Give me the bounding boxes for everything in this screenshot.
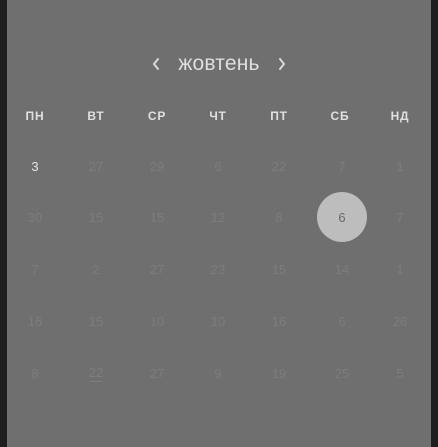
calendar-day[interactable]: 8 — [253, 191, 305, 243]
calendar-day-label: 22 — [88, 364, 104, 382]
calendar-day-label: 16 — [27, 313, 43, 329]
calendar-day-label: 15 — [88, 209, 104, 225]
calendar-day[interactable]: 6 — [192, 140, 244, 192]
calendar-day-label: 10 — [149, 313, 165, 329]
calendar-day[interactable]: 27 — [70, 140, 122, 192]
calendar-day[interactable]: 16 — [9, 295, 61, 347]
calendar-day-label: 30 — [27, 209, 43, 225]
calendar-day[interactable]: 1 — [374, 243, 426, 295]
calendar-panel: жовтень ПН ВТ СР ЧТ ПТ СБ НД 3 27 29 6 22 7 1 3… — [7, 0, 431, 447]
calendar-day[interactable]: 25 — [316, 347, 368, 399]
calendar-day-selected[interactable]: 6 — [317, 192, 367, 242]
calendar-day[interactable]: 15 — [253, 243, 305, 295]
calendar-day-label: 23 — [210, 261, 226, 277]
calendar-day[interactable]: 10 — [192, 295, 244, 347]
calendar-day-label: 14 — [334, 261, 350, 277]
calendar-day[interactable]: 22 — [253, 140, 305, 192]
calendar-day[interactable]: 27 — [131, 243, 183, 295]
calendar-day[interactable]: 8 — [9, 347, 61, 399]
calendar-day[interactable]: 10 — [131, 295, 183, 347]
calendar-day-label: 29 — [149, 158, 165, 174]
calendar-day-label: 25 — [334, 365, 350, 381]
calendar-day[interactable]: 15 — [70, 191, 122, 243]
calendar-day[interactable]: 1 — [374, 140, 426, 192]
calendar-day-label: 15 — [149, 209, 165, 225]
calendar-day[interactable]: 7 — [374, 191, 426, 243]
calendar-day[interactable]: 22 — [70, 347, 122, 399]
calendar-day-label: 6 — [338, 209, 346, 225]
calendar-day-label: 6 — [214, 158, 222, 174]
calendar-day-label: 2 — [92, 261, 100, 277]
calendar-day-label: 5 — [396, 365, 404, 381]
calendar-day[interactable]: 5 — [374, 347, 426, 399]
calendar-day[interactable]: 6 — [316, 295, 368, 347]
window-frame: жовтень ПН ВТ СР ЧТ ПТ СБ НД 3 27 29 6 22 7 1 3… — [0, 0, 438, 447]
calendar-day-label: 26 — [392, 313, 408, 329]
calendar-day[interactable]: 26 — [374, 295, 426, 347]
calendar-day-label: 9 — [214, 365, 222, 381]
calendar-day-label: 12 — [210, 209, 226, 225]
calendar-day[interactable]: 12 — [192, 191, 244, 243]
calendar-day[interactable]: 2 — [70, 243, 122, 295]
calendar-day-label: 7 — [396, 209, 404, 225]
calendar-day[interactable]: 7 — [316, 140, 368, 192]
calendar-day[interactable]: 29 — [131, 140, 183, 192]
calendar-day[interactable]: 19 — [253, 347, 305, 399]
calendar-day[interactable]: 15 — [70, 295, 122, 347]
calendar-day-grid: 3 27 29 6 22 7 1 30 15 15 12 8 6 7 7 2 27 23 15 14 1 16 15 10 10… — [7, 0, 431, 447]
calendar-day-label: 1 — [396, 158, 404, 174]
calendar-day[interactable]: 16 — [253, 295, 305, 347]
calendar-day[interactable]: 9 — [192, 347, 244, 399]
calendar-day-label: 10 — [210, 313, 226, 329]
calendar-day-label: 27 — [149, 261, 165, 277]
calendar-day-label: 3 — [31, 158, 39, 174]
calendar-day-label: 8 — [31, 365, 39, 381]
calendar-day-label: 19 — [271, 365, 287, 381]
calendar-day-label: 22 — [271, 158, 287, 174]
calendar-day-label: 1 — [396, 261, 404, 277]
calendar-day[interactable]: 15 — [131, 191, 183, 243]
calendar-day[interactable]: 7 — [9, 243, 61, 295]
calendar-day-label: 15 — [271, 261, 287, 277]
calendar-day-label: 16 — [271, 313, 287, 329]
calendar-day[interactable]: 14 — [316, 243, 368, 295]
calendar-day-label: 7 — [31, 261, 39, 277]
calendar-day-label: 15 — [88, 313, 104, 329]
calendar-day-label: 7 — [338, 158, 346, 174]
calendar-day[interactable]: 3 — [9, 140, 61, 192]
calendar-day-label: 8 — [275, 209, 283, 225]
calendar-day-label: 6 — [338, 313, 346, 329]
calendar-day[interactable]: 27 — [131, 347, 183, 399]
calendar-day[interactable]: 30 — [9, 191, 61, 243]
calendar-day-label: 27 — [88, 158, 104, 174]
calendar-day[interactable]: 23 — [192, 243, 244, 295]
calendar-day-label: 27 — [149, 365, 165, 381]
